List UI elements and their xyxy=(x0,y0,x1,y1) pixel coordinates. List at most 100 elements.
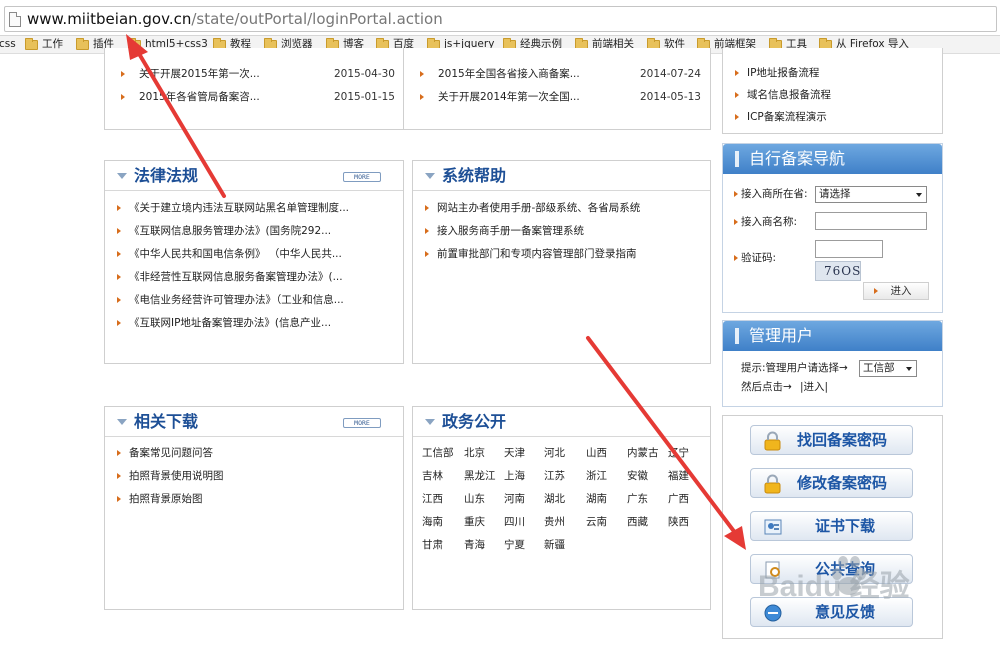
certificate-download-button[interactable]: 证书下载 xyxy=(750,511,913,541)
list-item[interactable]: 关于开展2015年第一次... 2015-04-30 xyxy=(105,66,405,89)
triangle-icon xyxy=(117,173,127,179)
list-item[interactable]: 《关于建立境内违法互联网站黑名单管理制度... xyxy=(105,200,403,223)
url-text[interactable]: www.miitbeian.gov.cn/state/outPortal/log… xyxy=(27,10,443,28)
province-link[interactable]: 贵州 xyxy=(544,515,565,529)
field-label: 接入商名称: xyxy=(722,214,822,237)
laws-panel: 法律法规 MORE 《关于建立境内违法互联网站黑名单管理制度... 《互联网信息… xyxy=(104,160,404,364)
province-link[interactable]: 湖北 xyxy=(544,492,565,506)
bookmark-item[interactable]: css xyxy=(0,37,16,52)
province-link[interactable]: 四川 xyxy=(504,515,525,529)
panel-header: 管理用户 xyxy=(723,321,942,351)
certificate-icon xyxy=(764,519,782,535)
captcha-input[interactable] xyxy=(815,240,883,258)
province-link[interactable]: 湖南 xyxy=(586,492,607,506)
public-query-button[interactable]: 公共查询 xyxy=(750,554,913,584)
list-item[interactable]: 2015年全国各省接入商备案... 2014-07-24 xyxy=(404,66,711,89)
folder-icon xyxy=(76,37,89,50)
admin-org-select[interactable]: 工信部 xyxy=(859,360,917,377)
feedback-button[interactable]: 意见反馈 xyxy=(750,597,913,627)
panel-header: 相关下载 MORE xyxy=(105,407,403,437)
admin-enter-link[interactable]: |进入| xyxy=(800,380,828,394)
province-link[interactable]: 上海 xyxy=(504,469,525,483)
bookmark-folder[interactable]: 工作 xyxy=(25,37,63,52)
process-link[interactable]: IP地址报备流程 xyxy=(723,65,943,88)
province-link[interactable]: 江苏 xyxy=(544,469,565,483)
gov-panel: 政务公开 xyxy=(412,406,711,610)
list-item[interactable]: 拍照背景原始图 xyxy=(105,491,403,514)
news-panel-left: 关于开展2015年第一次... 2015-04-30 2015年各省管局备案咨..… xyxy=(104,48,404,130)
province-link[interactable]: 河北 xyxy=(544,446,565,460)
list-item[interactable]: 《互联网IP地址备案管理办法》(信息产业... xyxy=(105,315,403,338)
province-link[interactable]: 重庆 xyxy=(464,515,485,529)
page-icon xyxy=(9,12,21,27)
triangle-icon xyxy=(117,419,127,425)
province-link[interactable]: 陕西 xyxy=(668,515,689,529)
field-label: 验证码: xyxy=(722,250,822,273)
province-link[interactable]: 西藏 xyxy=(627,515,648,529)
provider-name-input[interactable] xyxy=(815,212,927,230)
list-item[interactable]: 网站主办者使用手册-部级系统、各省局系统 xyxy=(413,200,710,223)
province-link[interactable]: 天津 xyxy=(504,446,525,460)
list-item[interactable]: 《中华人民共和国电信条例》 （中华人民共... xyxy=(105,246,403,269)
province-link[interactable]: 青海 xyxy=(464,538,485,552)
process-panel: IP地址报备流程 域名信息报备流程 ICP备案流程演示 xyxy=(722,48,943,134)
help-panel: 系统帮助 网站主办者使用手册-部级系统、各省局系统 接入服务商手册一备案管理系统… xyxy=(412,160,711,364)
province-link[interactable]: 黑龙江 xyxy=(464,469,496,483)
province-link[interactable]: 云南 xyxy=(586,515,607,529)
province-link[interactable]: 新疆 xyxy=(544,538,565,552)
province-link[interactable]: 广东 xyxy=(627,492,648,506)
triangle-icon xyxy=(425,419,435,425)
province-link[interactable]: 安徽 xyxy=(627,469,648,483)
lock-icon xyxy=(764,474,781,494)
panel-header: 系统帮助 xyxy=(413,161,710,191)
panel-header: 政务公开 xyxy=(413,407,710,437)
address-bar[interactable]: www.miitbeian.gov.cn/state/outPortal/log… xyxy=(4,6,997,32)
list-item[interactable]: 接入服务商手册一备案管理系统 xyxy=(413,223,710,246)
address-bar-area: www.miitbeian.gov.cn/state/outPortal/log… xyxy=(0,0,1000,36)
province-select[interactable]: 请选择 xyxy=(815,186,927,203)
province-link[interactable]: 山东 xyxy=(464,492,485,506)
downloads-panel: 相关下载 MORE 备案常见问题问答 拍照背景使用说明图 拍照背景原始图 xyxy=(104,406,404,610)
more-button[interactable]: MORE xyxy=(343,172,381,182)
lock-icon xyxy=(764,431,781,451)
recover-password-button[interactable]: 找回备案密码 xyxy=(750,425,913,455)
province-link[interactable]: 辽宁 xyxy=(668,446,689,460)
province-link[interactable]: 吉林 xyxy=(422,469,443,483)
province-link[interactable]: 福建 xyxy=(668,469,689,483)
province-link[interactable]: 山西 xyxy=(586,446,607,460)
field-label: 接入商所在省: xyxy=(722,186,822,209)
more-button[interactable]: MORE xyxy=(343,418,381,428)
search-doc-icon xyxy=(765,561,780,579)
process-link[interactable]: 域名信息报备流程 xyxy=(723,87,943,110)
province-link[interactable]: 内蒙古 xyxy=(627,446,659,460)
province-link[interactable]: 广西 xyxy=(668,492,689,506)
folder-icon xyxy=(25,37,38,50)
province-link[interactable]: 江西 xyxy=(422,492,443,506)
panel-title: 政务公开 xyxy=(442,412,507,431)
enter-button[interactable]: 进入 xyxy=(863,282,929,300)
list-item[interactable]: 拍照背景使用说明图 xyxy=(105,468,403,491)
process-link[interactable]: ICP备案流程演示 xyxy=(723,109,943,132)
panel-title: 法律法规 xyxy=(134,166,199,185)
province-link[interactable]: 宁夏 xyxy=(504,538,525,552)
list-item[interactable]: 《互联网信息服务管理办法》(国务院292... xyxy=(105,223,403,246)
list-item[interactable]: 2015年各省管局备案咨... 2015-01-15 xyxy=(105,89,405,112)
list-item[interactable]: 《电信业务经营许可管理办法》（工业和信息... xyxy=(105,292,403,315)
list-item[interactable]: 《非经营性互联网信息服务备案管理办法》(... xyxy=(105,269,403,292)
province-link[interactable]: 甘肃 xyxy=(422,538,443,552)
captcha-image[interactable]: 76OS xyxy=(815,261,861,281)
admin-hint: 提示:管理用户请选择→ xyxy=(741,362,848,374)
change-password-button[interactable]: 修改备案密码 xyxy=(750,468,913,498)
province-link[interactable]: 北京 xyxy=(464,446,485,460)
news-panel-right: 2015年全国各省接入商备案... 2014-07-24 关于开展2014年第一次… xyxy=(404,48,711,130)
list-item[interactable]: 关于开展2014年第一次全国... 2014-05-13 xyxy=(404,89,711,112)
panel-title: 自行备案导航 xyxy=(749,149,846,168)
panel-header: 法律法规 MORE xyxy=(105,161,403,191)
feedback-icon xyxy=(764,604,782,622)
province-link[interactable]: 海南 xyxy=(422,515,443,529)
list-item[interactable]: 备案常见问题问答 xyxy=(105,445,403,468)
province-link[interactable]: 工信部 xyxy=(422,446,454,460)
province-link[interactable]: 河南 xyxy=(504,492,525,506)
province-link[interactable]: 浙江 xyxy=(586,469,607,483)
list-item[interactable]: 前置审批部门和专项内容管理部门登录指南 xyxy=(413,246,710,269)
